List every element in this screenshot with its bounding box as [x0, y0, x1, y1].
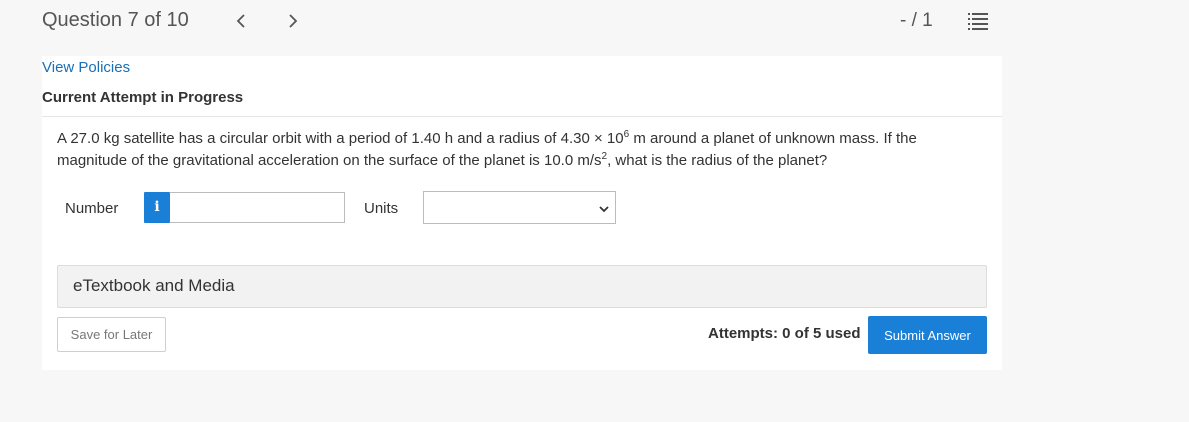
- question-header: Question 7 of 10 - / 1: [0, 0, 1002, 56]
- question-counter: Question 7 of 10: [42, 9, 189, 31]
- save-for-later-button[interactable]: Save for Later: [57, 317, 166, 352]
- attempt-status-heading: Current Attempt in Progress: [42, 89, 244, 106]
- attempts-counter: Attempts: 0 of 5 used: [708, 325, 861, 342]
- chevron-left-icon[interactable]: [233, 10, 251, 32]
- number-input[interactable]: [170, 192, 345, 223]
- chevron-right-icon[interactable]: [284, 10, 302, 32]
- info-icon[interactable]: i: [144, 192, 170, 223]
- units-label: Units: [364, 200, 399, 217]
- etextbook-media-panel[interactable]: eTextbook and Media: [57, 265, 987, 308]
- score-display: - / 1: [900, 10, 933, 31]
- divider: [42, 116, 1002, 117]
- submit-answer-button[interactable]: Submit Answer: [868, 316, 987, 354]
- chevron-down-icon: [598, 202, 610, 214]
- view-policies-link[interactable]: View Policies: [42, 59, 130, 76]
- etextbook-media-label: eTextbook and Media: [73, 276, 235, 295]
- question-text-part: , what is the radius of the planet?: [607, 152, 828, 169]
- question-list-icon[interactable]: [967, 11, 989, 31]
- units-select[interactable]: [423, 191, 616, 224]
- question-card: View Policies Current Attempt in Progres…: [42, 56, 1002, 370]
- number-label: Number: [65, 200, 119, 217]
- question-text: A 27.0 kg satellite has a circular orbit…: [57, 128, 957, 172]
- question-text-part: A 27.0 kg satellite has a circular orbit…: [57, 130, 624, 147]
